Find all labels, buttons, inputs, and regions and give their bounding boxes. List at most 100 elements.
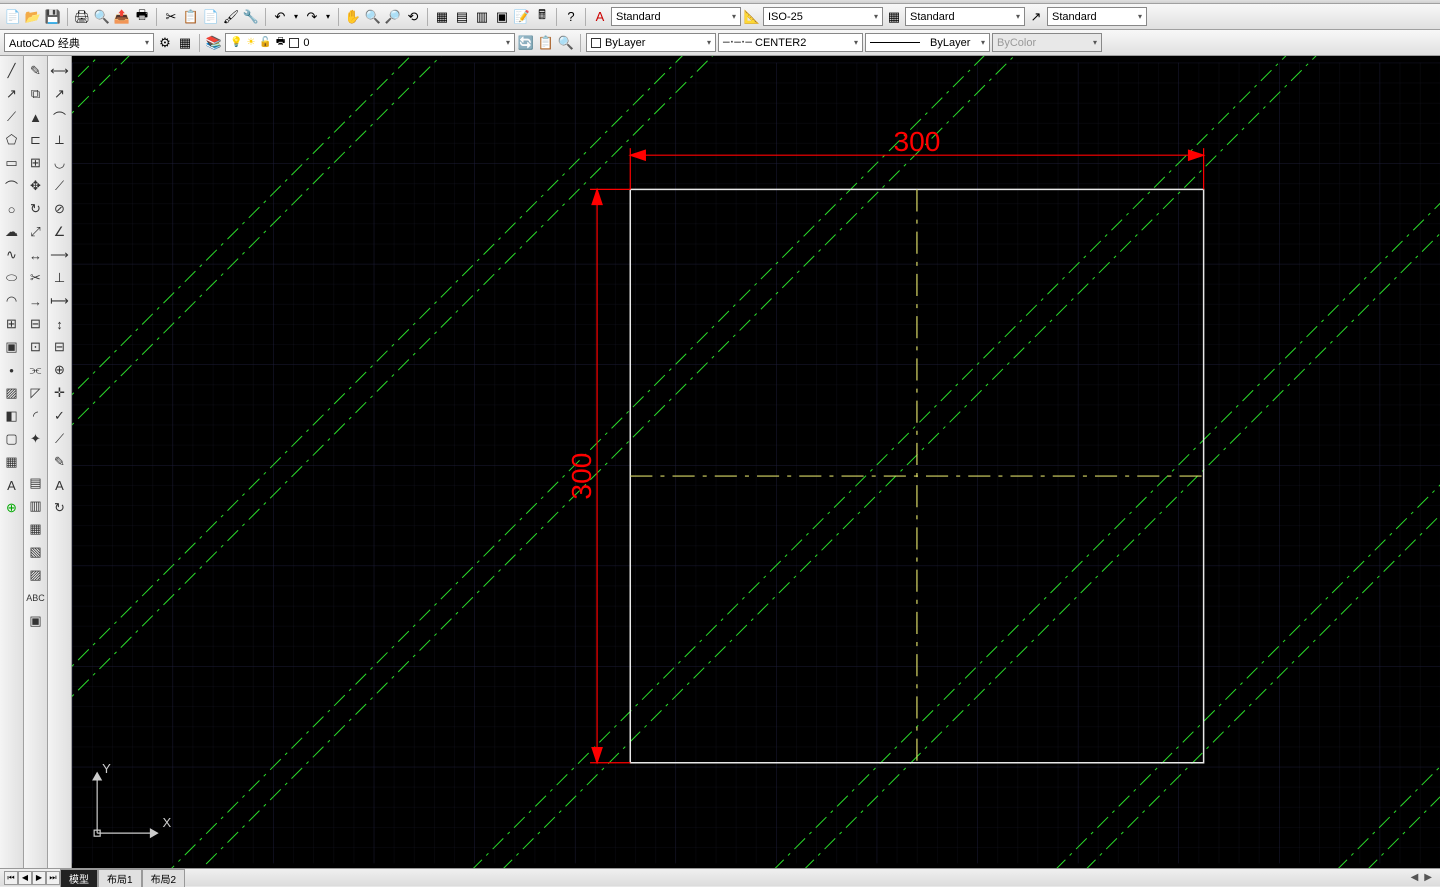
mirror-icon[interactable]: ▲ — [26, 106, 46, 128]
zoom-window-icon[interactable]: 🔎 — [384, 8, 402, 26]
dim-quick-icon[interactable]: ⟶ — [50, 244, 70, 266]
region-icon[interactable]: ▢ — [2, 428, 22, 450]
table-style-dropdown[interactable]: Standard ▾ — [905, 7, 1025, 26]
zoom-realtime-icon[interactable]: 🔍 — [364, 8, 382, 26]
arc-icon[interactable]: ⌒ — [2, 175, 22, 197]
markup-icon[interactable]: 📝 — [513, 8, 531, 26]
plot-icon[interactable]: 🖶 — [133, 8, 151, 26]
tool-palette-icon[interactable]: ▥ — [473, 8, 491, 26]
draworder3-icon[interactable]: ▦ — [26, 518, 46, 540]
tab-first-icon[interactable]: ⏮ — [4, 871, 18, 885]
dim-text-edit-icon[interactable]: A — [50, 474, 70, 496]
zoom-previous-icon[interactable]: ⟲ — [404, 8, 422, 26]
line-icon[interactable]: ╱ — [2, 60, 22, 82]
dim-diameter-icon[interactable]: ⊘ — [50, 198, 70, 220]
inspect-icon[interactable]: ✓ — [50, 405, 70, 427]
undo-drop-icon[interactable]: ▾ — [291, 8, 301, 26]
layer-manager-icon[interactable]: 📚 — [205, 34, 223, 52]
undo-icon[interactable]: ↶ — [271, 8, 289, 26]
erase-icon[interactable]: ✎ — [26, 60, 46, 82]
dim-style-dropdown[interactable]: ISO-25 ▾ — [763, 7, 883, 26]
extend-icon[interactable]: → — [26, 290, 46, 312]
dim-continue-icon[interactable]: ⟼ — [50, 290, 70, 312]
polyline-icon[interactable]: ⟋ — [2, 106, 22, 128]
properties-icon[interactable]: ▦ — [433, 8, 451, 26]
dim-arc-icon[interactable]: ⌒ — [50, 106, 70, 128]
join-icon[interactable]: ⫘ — [26, 359, 46, 381]
save-icon[interactable]: 💾 — [44, 8, 62, 26]
layer-dropdown[interactable]: 💡 ☀ 🔓 🖶 0 ▾ — [225, 33, 515, 52]
copy-icon[interactable]: 📋 — [182, 8, 200, 26]
dim-aligned-icon[interactable]: ↗ — [50, 83, 70, 105]
make-block-icon[interactable]: ▣ — [2, 336, 22, 358]
draworder6-icon[interactable]: ▣ — [26, 610, 46, 632]
stretch-icon[interactable]: ↔ — [26, 244, 46, 266]
dim-update-icon[interactable]: ↻ — [50, 497, 70, 519]
design-center-icon[interactable]: ▤ — [453, 8, 471, 26]
print-icon[interactable]: 🖨 — [73, 8, 91, 26]
draworder5-icon[interactable]: ▨ — [26, 564, 46, 586]
tab-prev-icon[interactable]: ◀ — [18, 871, 32, 885]
find-text-icon[interactable]: ABC — [26, 587, 46, 609]
jogged-linear-icon[interactable]: ⟋ — [50, 428, 70, 450]
help-icon[interactable]: ? — [562, 8, 580, 26]
tab-last-icon[interactable]: ⏭ — [46, 871, 60, 885]
workspace-settings-icon[interactable]: ⚙ — [156, 34, 174, 52]
workspace-dropdown[interactable]: AutoCAD 经典 ▾ — [4, 33, 154, 52]
pan-icon[interactable]: ✋ — [344, 8, 362, 26]
text-style-dropdown[interactable]: Standard ▾ — [611, 7, 741, 26]
quickcalc-icon[interactable]: 🖩 — [533, 8, 551, 26]
draworder-icon[interactable]: ▤ — [26, 472, 46, 494]
publish-icon[interactable]: 📤 — [113, 8, 131, 26]
break-icon[interactable]: ⊡ — [26, 336, 46, 358]
rotate-icon[interactable]: ↻ — [26, 198, 46, 220]
explode-icon[interactable]: ✦ — [26, 428, 46, 450]
multileader-style-dropdown[interactable]: Standard ▾ — [1047, 7, 1147, 26]
break-at-point-icon[interactable]: ⊟ — [26, 313, 46, 335]
match-prop-icon[interactable]: 🖌 — [222, 8, 240, 26]
trim-icon[interactable]: ✂ — [26, 267, 46, 289]
dim-jogged-icon[interactable]: ⟋ — [50, 175, 70, 197]
fillet-icon[interactable]: ◜ — [26, 405, 46, 427]
paste-icon[interactable]: 📄 — [202, 8, 220, 26]
tab-next-icon[interactable]: ▶ — [32, 871, 46, 885]
block-editor-icon[interactable]: 🔧 — [242, 8, 260, 26]
dim-linear-icon[interactable]: ⟷ — [50, 60, 70, 82]
dim-edit-icon[interactable]: ✎ — [50, 451, 70, 473]
array-icon[interactable]: ⊞ — [26, 152, 46, 174]
scroll-right-icon[interactable]: ▶ — [1424, 872, 1432, 883]
multileader-style-icon[interactable]: ↗ — [1027, 8, 1045, 26]
copy-obj-icon[interactable]: ⧉ — [26, 83, 46, 105]
hatch-icon[interactable]: ▨ — [2, 382, 22, 404]
scale-icon[interactable]: ⤢ — [26, 221, 46, 243]
print-preview-icon[interactable]: 🔍 — [93, 8, 111, 26]
center-mark-icon[interactable]: ✛ — [50, 382, 70, 404]
spline-icon[interactable]: ∿ — [2, 244, 22, 266]
draworder4-icon[interactable]: ▧ — [26, 541, 46, 563]
draworder2-icon[interactable]: ▥ — [26, 495, 46, 517]
dim-baseline-icon[interactable]: ⊥ — [50, 267, 70, 289]
add-selected-icon[interactable]: ⊕ — [2, 497, 22, 519]
tab-layout1[interactable]: 布局1 — [98, 869, 142, 887]
layer-previous-icon[interactable]: 🔄 — [517, 34, 535, 52]
dim-angular-icon[interactable]: ∠ — [50, 221, 70, 243]
revcloud-icon[interactable]: ☁ — [2, 221, 22, 243]
table-style-icon[interactable]: ▦ — [885, 8, 903, 26]
drawing-canvas[interactable]: 300 300 X Y — [72, 56, 1440, 870]
redo-drop-icon[interactable]: ▾ — [323, 8, 333, 26]
mtext-icon[interactable]: A — [2, 474, 22, 496]
open-icon[interactable]: 📂 — [24, 8, 42, 26]
gradient-icon[interactable]: ◧ — [2, 405, 22, 427]
rectangle-icon[interactable]: ▭ — [2, 152, 22, 174]
polygon-icon[interactable]: ⬠ — [2, 129, 22, 151]
plotstyle-dropdown[interactable]: ByColor ▾ — [992, 33, 1102, 52]
chamfer-icon[interactable]: ◸ — [26, 382, 46, 404]
dim-style-icon[interactable]: 📐 — [743, 8, 761, 26]
scroll-left-icon[interactable]: ◀ — [1411, 872, 1419, 883]
ellipse-arc-icon[interactable]: ◠ — [2, 290, 22, 312]
workspace-save-icon[interactable]: ▦ — [176, 34, 194, 52]
redo-icon[interactable]: ↷ — [303, 8, 321, 26]
point-icon[interactable]: • — [2, 359, 22, 381]
construction-line-icon[interactable]: ↗ — [2, 83, 22, 105]
layer-filter-icon[interactable]: 🔍 — [557, 34, 575, 52]
